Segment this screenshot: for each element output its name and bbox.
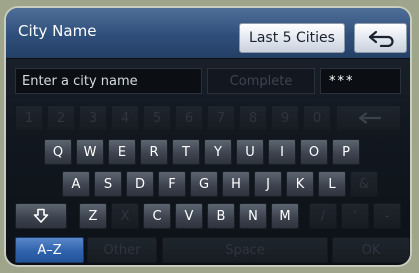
key-6[interactable]: 6 [175,105,203,131]
key-1[interactable]: 1 [15,105,43,131]
key-f[interactable]: F [158,171,186,197]
key-x[interactable]: X [111,203,139,229]
key-h[interactable]: H [222,171,250,197]
key-t[interactable]: T [172,139,200,165]
key-s[interactable]: S [94,171,122,197]
last-5-cities-button[interactable]: Last 5 Cities [239,23,345,53]
back-arrow-icon [368,30,394,47]
key-n[interactable]: N [239,203,267,229]
key-hyphen[interactable]: - [373,203,401,229]
navigation-screen: City Name Last 5 Cities Enter a city nam… [6,8,410,265]
key-0[interactable]: 0 [303,105,331,131]
key-e[interactable]: E [108,139,136,165]
key-ampersand[interactable]: & [350,171,378,197]
header-bar: City Name Last 5 Cities [6,8,410,59]
complete-button[interactable]: Complete [207,68,315,94]
key-7[interactable]: 7 [207,105,235,131]
ok-button[interactable]: OK [332,237,410,263]
key-apostrophe[interactable]: ' [341,203,369,229]
page-title: City Name [18,22,97,40]
backspace-arrow-icon [358,112,381,124]
key-o[interactable]: O [300,139,328,165]
key-9[interactable]: 9 [271,105,299,131]
key-g[interactable]: G [190,171,218,197]
shift-key[interactable] [15,203,67,229]
key-5[interactable]: 5 [143,105,171,131]
key-y[interactable]: Y [204,139,232,165]
key-k[interactable]: K [286,171,314,197]
key-r[interactable]: R [140,139,168,165]
key-a[interactable]: A [62,171,90,197]
key-2[interactable]: 2 [47,105,75,131]
back-button[interactable] [354,23,407,53]
key-l[interactable]: L [318,171,346,197]
other-button[interactable]: Other [87,237,157,263]
key-p[interactable]: P [332,139,360,165]
key-i[interactable]: I [268,139,296,165]
key-3[interactable]: 3 [79,105,107,131]
key-m[interactable]: M [271,203,299,229]
key-8[interactable]: 8 [239,105,267,131]
key-q[interactable]: Q [44,139,72,165]
key-u[interactable]: U [236,139,264,165]
key-c[interactable]: C [143,203,171,229]
shift-arrow-icon [33,208,49,223]
city-name-input[interactable]: Enter a city name [15,68,202,94]
key-d[interactable]: D [126,171,154,197]
backspace-key[interactable] [336,105,401,131]
space-button[interactable]: Space [162,237,328,263]
key-z[interactable]: Z [79,203,107,229]
key-b[interactable]: B [207,203,235,229]
key-4[interactable]: 4 [111,105,139,131]
key-w[interactable]: W [76,139,104,165]
match-count-display: *** [320,68,401,94]
key-slash[interactable]: / [309,203,337,229]
a-z-button[interactable]: A–Z [15,237,84,263]
key-v[interactable]: V [175,203,203,229]
key-j[interactable]: J [254,171,282,197]
